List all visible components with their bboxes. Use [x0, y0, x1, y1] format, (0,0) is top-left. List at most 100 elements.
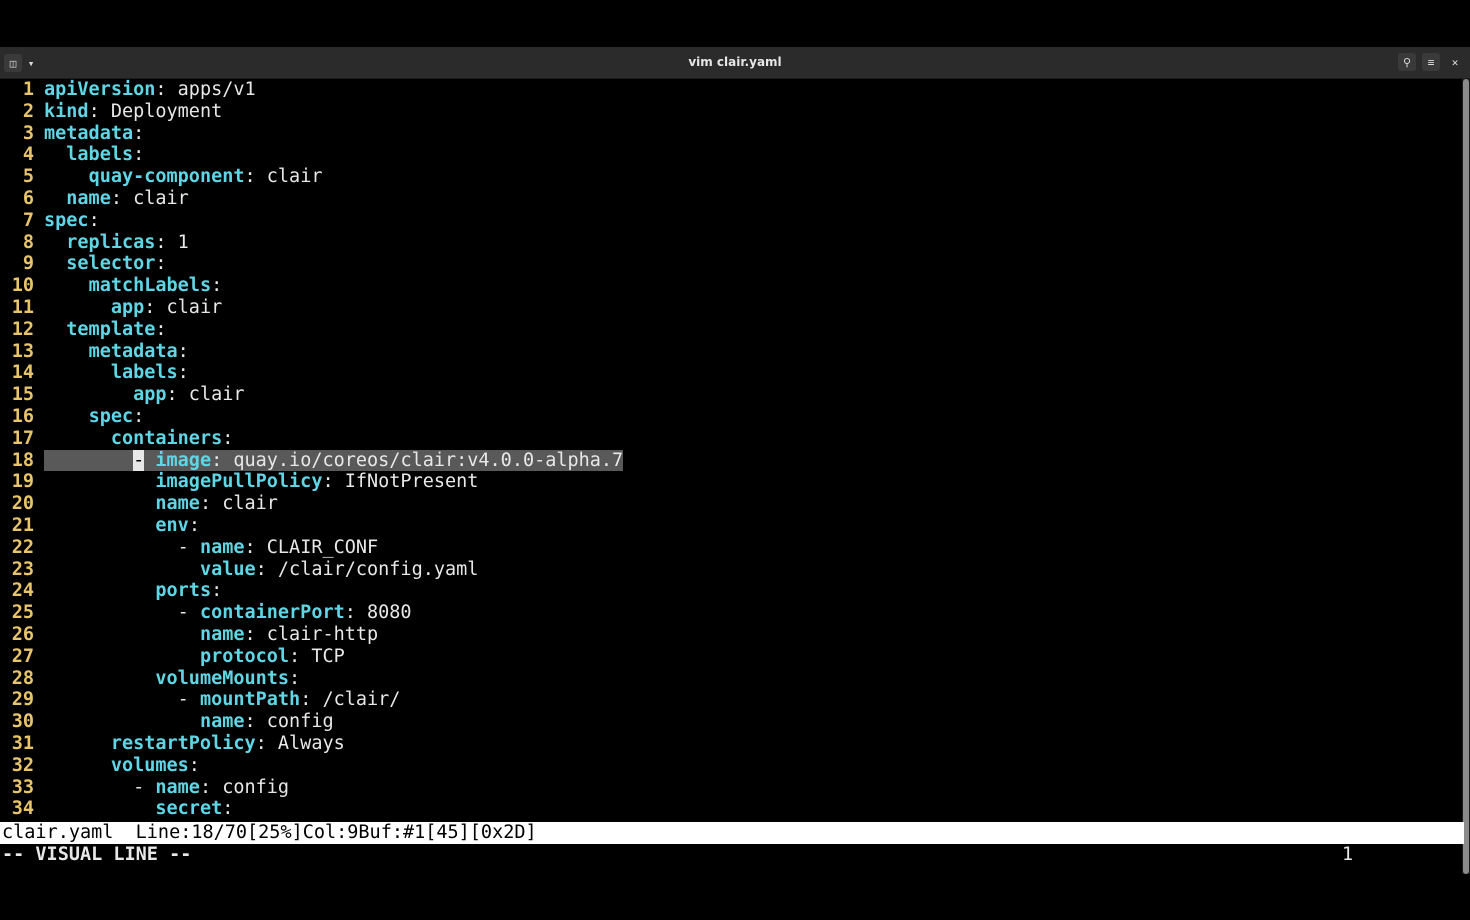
code-line[interactable]: 29 - mountPath: /clair/: [0, 689, 1460, 711]
code-line[interactable]: 20 name: clair: [0, 493, 1460, 515]
terminal-window: ◫ ▾ vim clair.yaml ⚲ ≡ ✕ 1 apiVersion: ap…: [0, 47, 1470, 874]
yaml-colon: :: [289, 645, 301, 667]
line-number: 32: [11, 754, 34, 776]
yaml-colon: :: [199, 493, 212, 515]
line-text: spec:: [44, 210, 100, 232]
code-line[interactable]: 21 env:: [0, 515, 1460, 537]
list-dash: -: [177, 602, 200, 624]
code-line[interactable]: 32 volumes:: [0, 755, 1460, 777]
yaml-key: selector: [66, 253, 156, 275]
yaml-key: protocol: [199, 645, 290, 667]
yaml-value: apps/v1: [166, 79, 256, 100]
line-text: ports:: [44, 580, 222, 602]
code-line[interactable]: 34 secret:: [0, 798, 1460, 820]
yaml-key: replicas: [66, 231, 156, 253]
yaml-key: name: [155, 776, 200, 798]
line-number: 8: [22, 231, 34, 253]
list-dash: -: [177, 536, 200, 558]
code-line[interactable]: 22 - name: CLAIR_CONF: [0, 537, 1460, 559]
line-number: 5: [22, 166, 34, 188]
line-text: - name: CLAIR_CONF: [44, 536, 379, 559]
yaml-value: Always: [266, 733, 345, 754]
yaml-colon: :: [144, 297, 156, 318]
mode-indicator: -- VISUAL LINE --: [2, 844, 192, 865]
line-text: restartPolicy: Always: [44, 733, 345, 755]
cursor: -: [133, 449, 145, 471]
code-line[interactable]: 14 labels:: [0, 362, 1460, 384]
yaml-colon: :: [155, 318, 167, 340]
yaml-value: clair: [211, 493, 278, 515]
code-line[interactable]: 18 - image: quay.io/coreos/clair:v4.0.0-…: [0, 449, 1460, 472]
code-line[interactable]: 31 restartPolicy: Always: [0, 733, 1460, 755]
yaml-value: IfNotPresent: [333, 471, 479, 493]
code-line[interactable]: 27 protocol: TCP: [0, 646, 1460, 668]
code-line[interactable]: 6 name: clair: [0, 188, 1460, 210]
line-number: 9: [22, 253, 34, 275]
line-number: 22: [11, 536, 34, 558]
line-text: name: config: [44, 711, 334, 733]
line-number: 30: [11, 711, 34, 733]
close-icon[interactable]: ✕: [1446, 53, 1464, 71]
code-line[interactable]: 19 imagePullPolicy: IfNotPresent: [0, 471, 1460, 493]
scrollbar-thumb[interactable]: [1463, 79, 1469, 874]
yaml-key: name: [66, 188, 111, 209]
line-text: replicas: 1: [44, 232, 189, 254]
code-line[interactable]: 12 template:: [0, 319, 1460, 341]
code-line[interactable]: 23 value: /clair/config.yaml: [0, 559, 1460, 581]
code-line[interactable]: 26 name: clair-http: [0, 624, 1460, 646]
yaml-value: clair: [255, 166, 323, 188]
yaml-key: volumes: [110, 754, 189, 776]
code-line[interactable]: 3 metadata:: [0, 123, 1460, 145]
line-number: 19: [11, 471, 34, 493]
code-line[interactable]: 24 ports:: [0, 580, 1460, 602]
code-line[interactable]: 4 labels:: [0, 144, 1460, 166]
yaml-colon: :: [199, 776, 212, 798]
line-text: apiVersion: apps/v1: [44, 79, 256, 101]
code-line[interactable]: 8 replicas: 1: [0, 232, 1460, 254]
yaml-colon: :: [222, 798, 234, 820]
code-line[interactable]: 33 - name: config: [0, 777, 1460, 799]
yaml-key: metadata: [88, 340, 178, 362]
search-icon[interactable]: ⚲: [1398, 53, 1416, 71]
line-number: 3: [22, 122, 34, 144]
code-line[interactable]: 15 app: clair: [0, 384, 1460, 406]
yaml-value: config: [255, 711, 334, 733]
yaml-colon: :: [244, 711, 256, 733]
line-number: 14: [11, 362, 34, 384]
editor-buffer[interactable]: 1 apiVersion: apps/v1 2 kind: Deployment 3 me…: [0, 79, 1462, 821]
code-line[interactable]: 16 spec:: [0, 406, 1460, 428]
yaml-colon: :: [289, 667, 301, 689]
code-line[interactable]: 30 name: config: [0, 711, 1460, 733]
yaml-key: matchLabels: [88, 275, 212, 297]
yaml-colon: :: [88, 209, 100, 231]
code-line[interactable]: 5 quay-component: clair: [0, 166, 1460, 188]
code-line[interactable]: 17 containers:: [0, 428, 1460, 450]
line-text: - mountPath: /clair/: [44, 689, 401, 711]
code-line[interactable]: 9 selector:: [0, 253, 1460, 275]
code-line[interactable]: 11 app: clair: [0, 297, 1460, 319]
code-line[interactable]: 28 volumeMounts:: [0, 668, 1460, 690]
yaml-colon: :: [255, 558, 267, 580]
code-line[interactable]: 13 metadata:: [0, 341, 1460, 363]
menu-icon[interactable]: ≡: [1422, 53, 1440, 71]
line-text: name: clair: [44, 188, 189, 210]
scrollbar[interactable]: [1462, 79, 1470, 874]
yaml-colon: :: [110, 188, 122, 209]
code-line[interactable]: 7 spec:: [0, 210, 1460, 232]
code-line[interactable]: 10 matchLabels:: [0, 275, 1460, 297]
code-line[interactable]: 2 kind: Deployment: [0, 101, 1460, 123]
yaml-colon: :: [211, 275, 223, 297]
code-line[interactable]: 25 - containerPort: 8080: [0, 602, 1460, 624]
code-line[interactable]: 1 apiVersion: apps/v1: [0, 79, 1460, 101]
yaml-value: 1: [166, 231, 189, 253]
yaml-key: ports: [155, 580, 212, 602]
